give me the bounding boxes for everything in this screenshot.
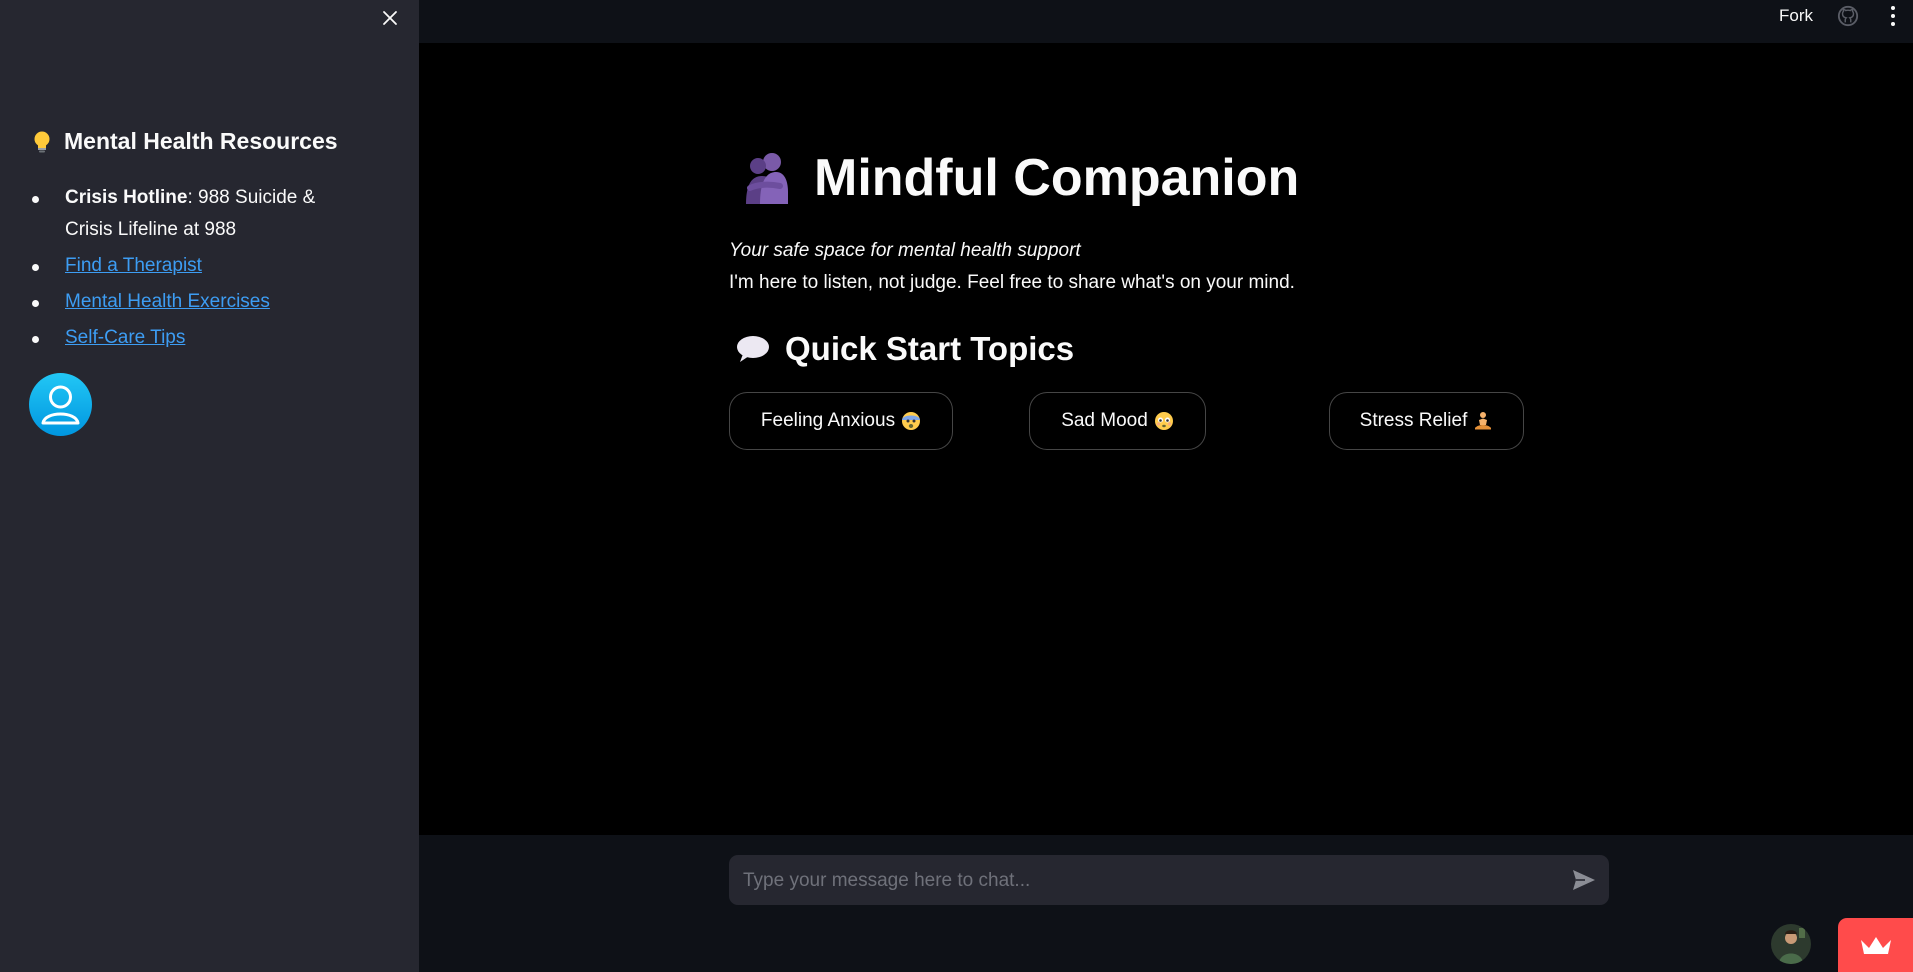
bot-avatar-image xyxy=(1771,924,1811,964)
close-icon xyxy=(383,11,397,25)
meditating-person-emoji xyxy=(1475,412,1492,430)
topic-button-stress-relief[interactable]: Stress Relief xyxy=(1329,392,1524,450)
main-menu-button[interactable] xyxy=(1887,4,1899,28)
bot-avatar[interactable] xyxy=(1771,924,1811,964)
topic-label: Stress Relief xyxy=(1359,410,1468,431)
more-vertical-icon xyxy=(1891,6,1895,10)
page-subtitle: Your safe space for mental health suppor… xyxy=(729,240,1081,261)
page-title: Mindful Companion xyxy=(740,148,1299,208)
topic-label: Feeling Anxious xyxy=(760,410,896,431)
anxious-face-emoji xyxy=(902,412,921,430)
sidebar-heading: Mental Health Resources xyxy=(32,128,338,155)
topic-label: Sad Mood xyxy=(1061,410,1148,431)
fork-button[interactable]: Fork xyxy=(1779,6,1813,26)
list-item: Crisis Hotline: 988 Suicide & Crisis Lif… xyxy=(32,182,362,246)
sad-face-emoji xyxy=(1154,412,1173,430)
topic-button-sad-mood[interactable]: Sad Mood xyxy=(1029,392,1206,450)
page-tagline: I'm here to listen, not judge. Feel free… xyxy=(729,272,1295,293)
lightbulb-icon xyxy=(34,131,50,152)
list-item: Mental Health Exercises xyxy=(32,286,362,318)
resource-list: Crisis Hotline: 988 Suicide & Crisis Lif… xyxy=(32,182,362,358)
crown-icon xyxy=(1860,937,1891,954)
topic-button-feeling-anxious[interactable]: Feeling Anxious xyxy=(729,392,953,450)
chat-input-container xyxy=(729,855,1609,907)
quick-start-heading: Quick Start Topics xyxy=(735,330,1074,368)
sidebar: Mental Health Resources Crisis Hotline: … xyxy=(0,0,419,972)
list-item: Find a Therapist xyxy=(32,250,362,282)
speech-balloon-icon xyxy=(737,336,769,362)
send-icon[interactable] xyxy=(1571,868,1597,892)
mental-health-exercises-link[interactable]: Mental Health Exercises xyxy=(65,291,270,312)
close-sidebar-button[interactable] xyxy=(378,6,402,30)
top-toolbar: Fork xyxy=(419,0,1913,43)
user-avatar xyxy=(29,373,92,436)
list-item: Self-Care Tips xyxy=(32,322,362,354)
chat-input[interactable] xyxy=(741,855,1545,907)
github-icon[interactable] xyxy=(1837,5,1859,27)
user-avatar-icon xyxy=(29,373,92,436)
sidebar-title: Mental Health Resources xyxy=(64,128,338,154)
find-therapist-link[interactable]: Find a Therapist xyxy=(65,255,202,276)
crisis-hotline-label: Crisis Hotline xyxy=(65,187,188,208)
self-care-tips-link[interactable]: Self-Care Tips xyxy=(65,327,185,348)
streamlit-crown-button[interactable] xyxy=(1838,918,1913,972)
quick-start-title: Quick Start Topics xyxy=(785,330,1075,367)
people-hugging-icon xyxy=(746,153,788,204)
app-title: Mindful Companion xyxy=(814,149,1300,207)
